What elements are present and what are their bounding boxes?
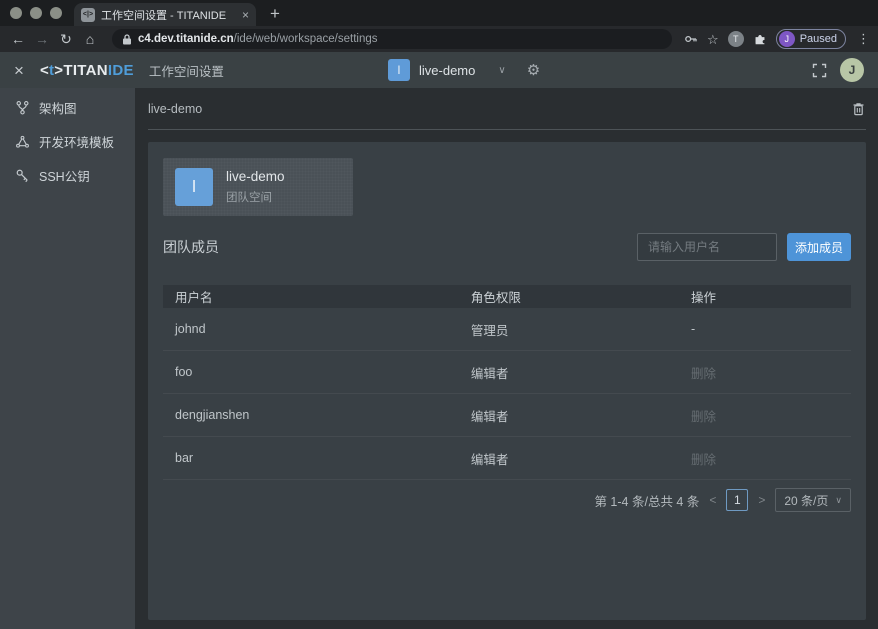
fullscreen-icon[interactable] xyxy=(812,63,827,78)
username-input[interactable] xyxy=(637,233,777,261)
browser-window: <|> 工作空间设置 - TITANIDE × + ← → ↻ ⌂ c4.dev… xyxy=(0,0,878,629)
delete-member-link[interactable]: 删除 xyxy=(679,363,851,382)
add-member-button[interactable]: 添加成员 xyxy=(787,233,851,261)
page-title: 工作空间设置 xyxy=(149,61,224,80)
tab-strip: <|> 工作空间设置 - TITANIDE × + xyxy=(0,0,878,26)
sidebar-item-architecture[interactable]: 架构图 xyxy=(0,90,135,124)
password-key-icon[interactable] xyxy=(684,32,698,46)
new-tab-button[interactable]: + xyxy=(270,5,280,26)
table-header-row: 用户名 角色权限 操作 xyxy=(163,285,851,308)
table-row: bar 编辑者 删除 xyxy=(163,437,851,480)
browser-menu-icon[interactable]: ⋮ xyxy=(857,31,870,47)
cell-action-none: - xyxy=(679,322,851,336)
main-content: live-demo l live-demo 团队空间 xyxy=(135,88,878,629)
cell-role: 编辑者 xyxy=(459,449,679,468)
tab-title: 工作空间设置 - TITANIDE xyxy=(101,7,236,23)
url-path: /ide/web/workspace/settings xyxy=(234,33,378,45)
sidebar-item-label: 开发环境模板 xyxy=(39,132,114,151)
extensions-puzzle-icon[interactable] xyxy=(753,32,767,46)
table-row: johnd 管理员 - xyxy=(163,308,851,351)
delete-member-link[interactable]: 删除 xyxy=(679,449,851,468)
workspace-card: l live-demo 团队空间 xyxy=(163,158,353,216)
profile-chip[interactable]: J Paused xyxy=(776,29,846,49)
reload-button[interactable]: ↻ xyxy=(56,32,76,46)
pagination-summary: 第 1-4 条/总共 4 条 xyxy=(594,491,699,510)
extension-avatar-icon[interactable]: T xyxy=(728,31,744,47)
chevron-down-icon[interactable]: ∨ xyxy=(498,65,505,76)
prev-page-button[interactable]: < xyxy=(709,493,716,507)
table-row: dengjianshen 编辑者 删除 xyxy=(163,394,851,437)
cell-role: 编辑者 xyxy=(459,363,679,382)
sidebar-item-ssh-key[interactable]: SSH公钥 xyxy=(0,158,135,192)
logo-bracket-open: < xyxy=(40,62,49,79)
brand-logo: <t>TITANIDE xyxy=(40,62,134,79)
column-header-username: 用户名 xyxy=(163,287,459,306)
members-section-title: 团队成员 xyxy=(163,237,219,257)
workspace-switcher[interactable]: l live-demo ∨ ⚙ xyxy=(388,52,540,88)
members-table: 用户名 角色权限 操作 johnd 管理员 - foo 编辑者 删除 xyxy=(163,285,851,480)
architecture-branch-icon xyxy=(15,100,30,115)
breadcrumb: live-demo xyxy=(148,102,202,116)
sidebar-item-label: 架构图 xyxy=(39,98,77,117)
workspace-card-type: 团队空间 xyxy=(226,189,285,205)
workspace-card-avatar: l xyxy=(175,168,213,206)
column-header-role: 角色权限 xyxy=(459,287,679,306)
cell-username: johnd xyxy=(163,322,459,336)
breadcrumb-bar: live-demo xyxy=(135,88,878,129)
next-page-button[interactable]: > xyxy=(758,493,765,507)
cell-username: dengjianshen xyxy=(163,408,459,422)
page-number-button[interactable]: 1 xyxy=(726,489,748,511)
user-avatar[interactable]: J xyxy=(840,58,864,82)
tab-close-icon[interactable]: × xyxy=(242,9,249,21)
logo-name-primary: TITAN xyxy=(63,62,108,79)
workspace-name: live-demo xyxy=(419,63,475,78)
page-size-select[interactable]: 20 条/页 ∨ xyxy=(775,488,851,512)
app-header: × <t>TITANIDE 工作空间设置 l live-demo ∨ ⚙ J xyxy=(0,52,878,88)
sidebar-item-dev-template[interactable]: 开发环境模板 xyxy=(0,124,135,158)
close-window-button[interactable] xyxy=(10,7,22,19)
logo-bracket-close: > xyxy=(54,62,63,79)
logo-name-accent: IDE xyxy=(108,62,134,79)
sidebar-item-label: SSH公钥 xyxy=(39,166,90,185)
table-row: foo 编辑者 删除 xyxy=(163,351,851,394)
profile-avatar: J xyxy=(779,31,795,47)
lock-icon xyxy=(122,34,132,45)
profile-status: Paused xyxy=(800,33,837,45)
browser-tab[interactable]: <|> 工作空间设置 - TITANIDE × xyxy=(74,3,256,26)
pagination: 第 1-4 条/总共 4 条 < 1 > 20 条/页 ∨ xyxy=(163,488,851,512)
page-size-value: 20 条/页 xyxy=(784,492,828,509)
browser-toolbar: ← → ↻ ⌂ c4.dev.titanide.cn/ide/web/works… xyxy=(0,26,878,52)
forward-button[interactable]: → xyxy=(32,32,52,46)
bookmark-star-icon[interactable]: ☆ xyxy=(707,33,719,46)
app-close-icon[interactable]: × xyxy=(14,62,24,79)
delete-workspace-trash-icon[interactable] xyxy=(851,101,866,117)
address-bar[interactable]: c4.dev.titanide.cn/ide/web/workspace/set… xyxy=(112,29,672,49)
tab-favicon-icon: <|> xyxy=(81,8,95,22)
ssh-key-icon xyxy=(15,168,30,183)
column-header-actions: 操作 xyxy=(679,287,851,306)
zoom-window-button[interactable] xyxy=(50,7,62,19)
cell-role: 编辑者 xyxy=(459,406,679,425)
breadcrumb-divider xyxy=(148,129,866,130)
settings-gear-icon[interactable]: ⚙ xyxy=(527,63,540,78)
cell-role: 管理员 xyxy=(459,320,679,339)
cell-username: foo xyxy=(163,365,459,379)
url-domain: c4.dev.titanide.cn xyxy=(138,33,234,45)
cell-username: bar xyxy=(163,451,459,465)
sidebar: 架构图 开发环境模板 SSH公钥 xyxy=(0,88,135,629)
delete-member-link[interactable]: 删除 xyxy=(679,406,851,425)
minimize-window-button[interactable] xyxy=(30,7,42,19)
back-button[interactable]: ← xyxy=(8,32,28,46)
workspace-card-name: live-demo xyxy=(226,169,285,184)
settings-panel: l live-demo 团队空间 团队成员 添加成员 用户名 xyxy=(148,142,866,620)
home-button[interactable]: ⌂ xyxy=(80,32,100,46)
workspace-avatar: l xyxy=(388,59,410,81)
template-triangle-icon xyxy=(15,134,30,149)
traffic-lights xyxy=(0,0,74,26)
chevron-down-icon: ∨ xyxy=(835,495,842,506)
